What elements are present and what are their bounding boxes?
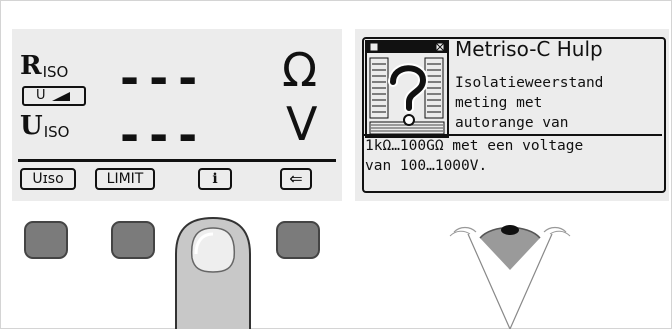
softkey-limit[interactable]: LIMIT	[95, 168, 155, 190]
softkey-uiso[interactable]: Uɪso	[20, 168, 76, 190]
r-symbol: R	[20, 51, 42, 81]
hardware-key-4[interactable]	[276, 221, 320, 259]
volt-unit: V	[286, 97, 318, 151]
help-text-line: Isolatieweerstand	[455, 75, 604, 91]
r-value: ---	[120, 51, 208, 105]
ohm-unit: Ω	[282, 43, 318, 97]
u-symbol: U	[20, 111, 43, 141]
help-text-line: meting met	[455, 95, 543, 111]
hardware-key-2[interactable]	[111, 221, 155, 259]
lcd-measurement-display: RISO --- Ω U UISO --- V Uɪso LIMIT i ⇐	[12, 29, 342, 201]
softkey-back[interactable]: ⇐	[280, 168, 312, 190]
u-value: ---	[120, 108, 208, 162]
finger-press-icon	[175, 216, 251, 329]
help-text-line: 1kΩ…100GΩ met een voltage	[365, 138, 584, 154]
r-iso-label: RISO	[20, 51, 68, 81]
range-indicator-label: U	[36, 88, 46, 103]
lcd-divider	[18, 159, 336, 162]
help-title: Metriso-C Hulp	[455, 37, 603, 61]
u-iso-label: UISO	[20, 111, 69, 141]
help-divider	[362, 134, 662, 136]
r-subscript: ISO	[42, 63, 69, 81]
u-subscript: ISO	[43, 123, 70, 141]
eye-view-icon	[449, 225, 571, 329]
ramp-icon	[52, 92, 70, 101]
help-text-line: autorange van	[455, 115, 569, 131]
hardware-key-1[interactable]	[24, 221, 68, 259]
lcd-help-display: Metriso-C Hulp Isolatieweerstand meting …	[355, 29, 669, 201]
help-book-question-icon	[365, 40, 449, 138]
help-text-line: van 100…1000V.	[365, 158, 488, 174]
voltage-range-indicator: U	[22, 86, 86, 106]
softkey-info[interactable]: i	[198, 168, 232, 190]
